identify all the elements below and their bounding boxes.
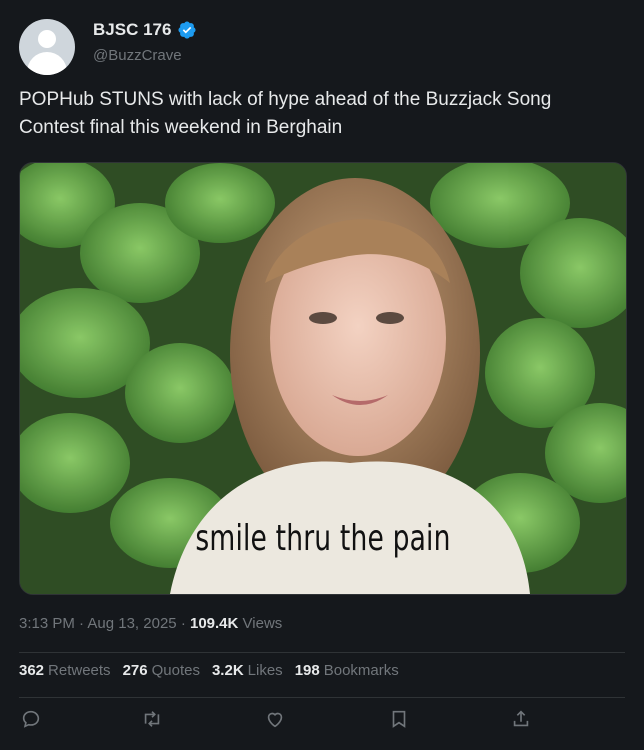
retweet-icon[interactable] xyxy=(141,708,163,730)
author-name-row[interactable]: BJSC 176 xyxy=(93,20,197,40)
tweet-time[interactable]: 3:13 PM xyxy=(19,615,75,632)
tweet-date[interactable]: Aug 13, 2025 xyxy=(87,615,176,632)
tweet-meta: 3:13 PM · Aug 13, 2025 · 109.4K Views xyxy=(19,615,283,632)
views-label: Views xyxy=(242,615,283,632)
tweet-card: BJSC 176 @BuzzCrave POPHub STUNS with la… xyxy=(0,0,644,750)
reply-icon[interactable] xyxy=(20,708,42,730)
avatar[interactable] xyxy=(19,19,75,75)
divider xyxy=(19,697,625,698)
bookmark-icon[interactable] xyxy=(388,708,410,730)
retweets-stat[interactable]: 362 Retweets xyxy=(19,662,111,679)
likes-stat[interactable]: 3.2K Likes xyxy=(212,662,283,679)
avatar-body xyxy=(27,52,67,75)
bookmarks-stat[interactable]: 198 Bookmarks xyxy=(295,662,399,679)
divider xyxy=(19,652,625,653)
author-handle[interactable]: @BuzzCrave xyxy=(93,47,182,64)
engagement-stats: 362 Retweets 276 Quotes 3.2K Likes 198 Bookm… xyxy=(19,662,399,679)
views-count: 109.4K xyxy=(189,615,239,632)
verified-badge-icon xyxy=(177,20,197,40)
tweet-text: POPHub STUNS with lack of hype ahead of … xyxy=(19,89,552,138)
share-icon[interactable] xyxy=(510,708,532,730)
tweet-media-image[interactable]: smile thru the pain xyxy=(19,162,627,595)
like-icon[interactable] xyxy=(264,708,286,730)
avatar-head xyxy=(38,30,56,48)
media-caption: smile thru the pain xyxy=(195,518,451,559)
author-name[interactable]: BJSC 176 xyxy=(93,20,171,40)
action-bar xyxy=(20,708,540,732)
quotes-stat[interactable]: 276 Quotes xyxy=(123,662,200,679)
